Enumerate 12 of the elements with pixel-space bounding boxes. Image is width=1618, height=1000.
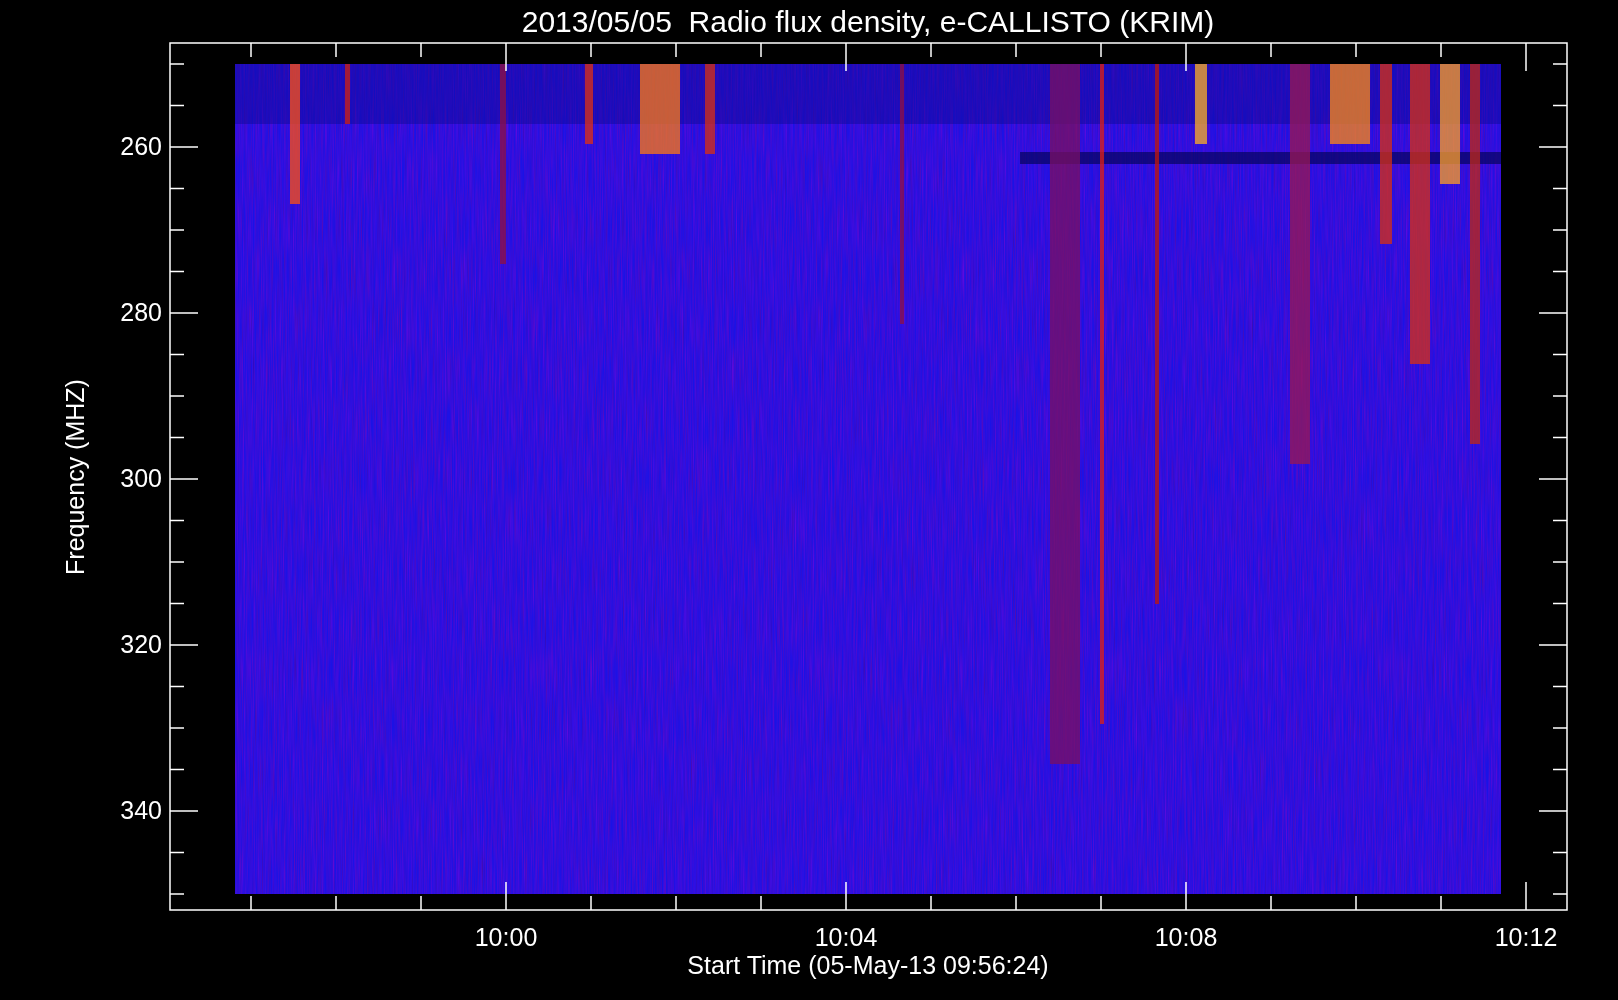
- tick-label: 10:08: [1154, 923, 1218, 951]
- axis-label: Frequency (MHZ): [61, 379, 89, 575]
- tick-label: 300: [120, 464, 162, 492]
- tick-label: 340: [120, 796, 162, 824]
- tick-label: 320: [120, 630, 162, 658]
- chart-title: 2013/05/05 Radio flux density, e-CALLISTO (KRIM): [521, 5, 1215, 38]
- tick-label: 10:12: [1494, 923, 1558, 951]
- tick-label: 10:00: [474, 923, 538, 951]
- tick-label: 10:04: [814, 923, 878, 951]
- axis-label: Start Time (05-May-13 09:56:24): [687, 951, 1049, 979]
- tick-label: 280: [120, 298, 162, 326]
- tick-label: 260: [120, 132, 162, 160]
